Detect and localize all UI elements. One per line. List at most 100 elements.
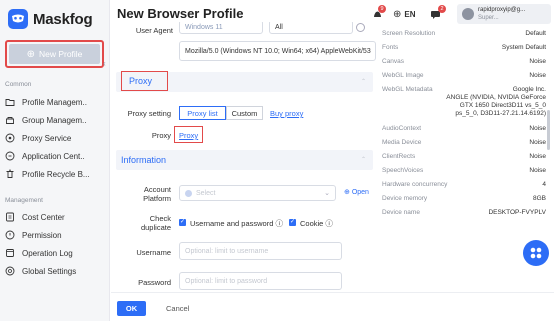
user-role: Super... xyxy=(478,15,499,21)
information-section-title: Information xyxy=(121,155,167,165)
fingerprint-row-speechvoices: SpeechVoices Noise xyxy=(382,167,546,174)
sidebar-item-application-center[interactable]: Application Cent.. xyxy=(5,149,105,163)
username-label: Username xyxy=(136,248,171,257)
app-logo[interactable]: Maskfog xyxy=(8,9,93,29)
apps-fab-button[interactable] xyxy=(523,240,549,266)
account-platform-label-line1: Account xyxy=(143,185,171,194)
user-name: rapidproxyip@g... xyxy=(478,7,526,13)
sidebar-item-cost-center[interactable]: Cost Center xyxy=(5,210,105,224)
user-menu[interactable]: rapidproxyip@g... Super... xyxy=(457,4,551,24)
sidebar-item-label: Permission xyxy=(22,230,62,240)
sidebar-item-operation-log[interactable]: Operation Log xyxy=(5,246,105,260)
tab-custom-label: Custom xyxy=(231,108,258,118)
form-footer: OK Cancel xyxy=(111,292,554,321)
ua-os-select[interactable]: Windows 11 xyxy=(179,22,263,34)
open-platform-button[interactable]: ⊕ Open xyxy=(344,188,369,196)
user-agent-label: User Agent xyxy=(135,26,173,35)
sidebar-item-profile-management[interactable]: Profile Managem.. xyxy=(5,95,105,109)
new-profile-label: New Profile xyxy=(38,49,83,59)
fp-label: Fonts xyxy=(382,44,399,51)
tab-custom[interactable]: Custom xyxy=(226,106,263,120)
messages-badge: 2 xyxy=(438,5,446,13)
sidebar-item-proxy-service[interactable]: Proxy Service xyxy=(5,131,105,145)
cost-icon xyxy=(6,212,14,222)
grid-icon xyxy=(530,247,542,259)
sidebar-item-label: Cost Center xyxy=(22,212,65,222)
fp-value: Default xyxy=(525,30,546,37)
sidebar-item-label: Application Cent.. xyxy=(22,151,85,161)
cancel-button[interactable]: Cancel xyxy=(166,301,189,316)
fingerprint-row-device-name: Device name DESKTOP-FVYPLV xyxy=(382,209,546,216)
cookie-checkbox[interactable]: ✓ xyxy=(289,219,296,226)
ua-os-value: Windows 11 xyxy=(185,23,223,31)
chevron-down-icon: ⌄ xyxy=(324,190,330,197)
fp-label: ClientRects xyxy=(382,153,416,160)
fp-value: GTX 1650 Direct3D11 vs_5_0 xyxy=(459,102,546,109)
sidebar: Maskfog ⊕ New Profile ‹ Common Profile M… xyxy=(0,0,110,321)
proxy-label: Proxy xyxy=(151,131,171,140)
fingerprint-row-hardware-concurrency: Hardware concurrency 4 xyxy=(382,181,546,188)
fp-label: AudioContext xyxy=(382,125,422,132)
fp-label: Media Device xyxy=(382,139,422,146)
group-icon xyxy=(6,117,14,124)
fp-value: ANGLE (NVIDIA, NVIDIA GeForce xyxy=(446,94,546,101)
sidebar-item-label: Operation Log xyxy=(22,248,73,258)
buy-proxy-link[interactable]: Buy proxy xyxy=(270,109,303,118)
account-platform-placeholder: Select xyxy=(196,189,216,197)
language-button[interactable]: ⊕ EN xyxy=(393,9,416,20)
user-agent-value: Mozilla/5.0 (Windows NT 10.0; Win64; x64… xyxy=(185,47,371,55)
fp-value: Noise xyxy=(529,139,546,146)
sidebar-item-group-management[interactable]: Group Managem.. xyxy=(5,113,105,127)
username-password-option-label: Username and password ⓘ xyxy=(190,219,283,228)
fp-value: ps_5_0, D3D11-27.21.14.6192) xyxy=(455,110,546,117)
sidebar-item-profile-recycle-bin[interactable]: Profile Recycle B... xyxy=(5,167,105,181)
sidebar-item-permission[interactable]: Permission xyxy=(5,228,105,242)
folder-icon xyxy=(5,99,15,106)
fingerprint-row-screen-resolution: Screen Resolution Default xyxy=(382,30,546,37)
chevron-up-icon[interactable]: ⌃ xyxy=(361,78,366,85)
ok-button[interactable]: OK xyxy=(117,301,146,316)
check-duplicate-label-line1: Check xyxy=(149,214,171,223)
new-profile-button[interactable]: ⊕ New Profile xyxy=(9,44,100,64)
proxy-section-title: Proxy xyxy=(129,76,153,86)
trash-icon xyxy=(6,169,14,178)
new-profile-highlight: ⊕ New Profile xyxy=(5,40,104,68)
sidebar-item-label: Group Managem.. xyxy=(22,115,87,125)
fp-value: System Default xyxy=(501,44,546,51)
account-platform-label-line2: Platform xyxy=(143,194,171,203)
fp-label: Screen Resolution xyxy=(382,30,436,37)
fp-label: Device name xyxy=(382,209,420,216)
page-title: New Browser Profile xyxy=(117,6,244,21)
fingerprint-scrollbar[interactable] xyxy=(547,110,550,150)
fp-value: 8GB xyxy=(532,195,546,202)
refresh-ua-icon[interactable] xyxy=(356,23,365,32)
app-name: Maskfog xyxy=(33,10,93,28)
tab-proxy-list[interactable]: Proxy list xyxy=(179,106,226,120)
fp-value: Noise xyxy=(529,72,546,79)
fp-value: Noise xyxy=(529,125,546,132)
proxy-setting-label: Proxy setting xyxy=(127,109,171,118)
username-placeholder: Optional: limit to username xyxy=(185,247,269,255)
plus-icon: ⊕ xyxy=(26,48,35,60)
section-label-common: Common xyxy=(5,81,32,88)
sidebar-item-label: Global Settings xyxy=(22,266,77,276)
fp-label: WebGL Image xyxy=(382,72,424,79)
chevron-up-icon[interactable]: ⌃ xyxy=(361,156,366,163)
password-input[interactable]: Optional: limit to password xyxy=(179,272,342,290)
ua-browser-select[interactable]: All xyxy=(269,22,353,34)
fp-value: Google Inc. xyxy=(512,86,546,93)
sidebar-item-label: Profile Managem.. xyxy=(22,97,87,107)
fp-label: SpeechVoices xyxy=(382,167,424,174)
platform-dot-icon xyxy=(185,189,192,197)
account-platform-select[interactable]: Select ⌄ xyxy=(179,185,336,201)
sidebar-item-global-settings[interactable]: Global Settings xyxy=(5,264,105,278)
sidebar-item-label: Profile Recycle B... xyxy=(22,169,90,179)
app-icon xyxy=(5,151,15,161)
user-agent-input[interactable]: Mozilla/5.0 (Windows NT 10.0; Win64; x64… xyxy=(179,41,376,61)
fp-value: Noise xyxy=(529,58,546,65)
proxy-link[interactable]: Proxy xyxy=(179,131,198,140)
username-input[interactable]: Optional: limit to username xyxy=(179,242,342,260)
username-password-checkbox[interactable]: ✓ xyxy=(179,219,186,226)
tab-proxy-list-label: Proxy list xyxy=(187,108,218,118)
proxy-icon xyxy=(5,133,15,143)
